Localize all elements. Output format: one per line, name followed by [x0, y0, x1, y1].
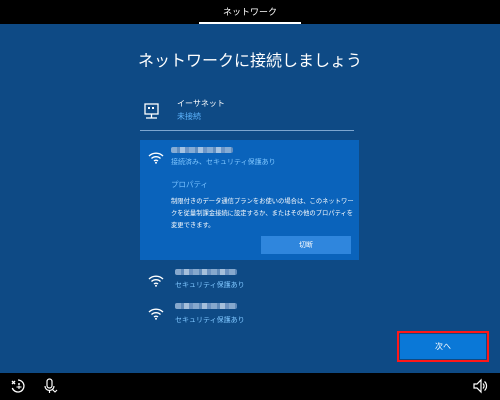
microphone-icon[interactable]: [42, 378, 58, 394]
divider: [140, 130, 354, 131]
network-name-redacted: [175, 303, 237, 309]
network-status: セキュリティ保護あり: [175, 316, 245, 324]
volume-icon[interactable]: [472, 378, 488, 394]
ease-of-access-icon[interactable]: [10, 378, 26, 394]
top-bar: ネットワーク: [0, 0, 500, 24]
bottom-bar: [0, 373, 500, 400]
wifi-icon: [148, 152, 164, 164]
metered-description: 制限付きのデータ通信プランをお使いの場合は、このネットワークを従量制課金接続に設…: [171, 198, 354, 229]
network-item-connected[interactable]: 接続済み、セキュリティ保護あり プロパティ 制限付きのデータ通信プランをお使いの…: [140, 140, 359, 260]
page-title: ネットワークに接続しましょう: [137, 51, 362, 70]
ethernet-name: イーサネット: [177, 99, 225, 108]
properties-link[interactable]: プロパティ: [171, 179, 208, 190]
wifi-icon: [148, 275, 164, 287]
network-status: 接続済み、セキュリティ保護あり: [171, 158, 276, 166]
network-name-redacted: [175, 269, 237, 275]
ethernet-item[interactable]: イーサネット 未接続: [140, 96, 355, 132]
active-step-indicator: [199, 22, 301, 24]
wifi-icon: [148, 308, 164, 320]
network-item[interactable]: セキュリティ保護あり: [140, 299, 359, 335]
disconnect-button[interactable]: 切断: [261, 236, 351, 254]
network-name-redacted: [171, 147, 233, 153]
ethernet-icon: [144, 103, 159, 119]
ethernet-status: 未接続: [177, 112, 201, 121]
network-status: セキュリティ保護あり: [175, 281, 245, 289]
step-tab-network: ネットワーク: [222, 8, 277, 18]
next-button[interactable]: 次へ: [400, 334, 486, 359]
network-item[interactable]: セキュリティ保護あり: [140, 264, 359, 300]
